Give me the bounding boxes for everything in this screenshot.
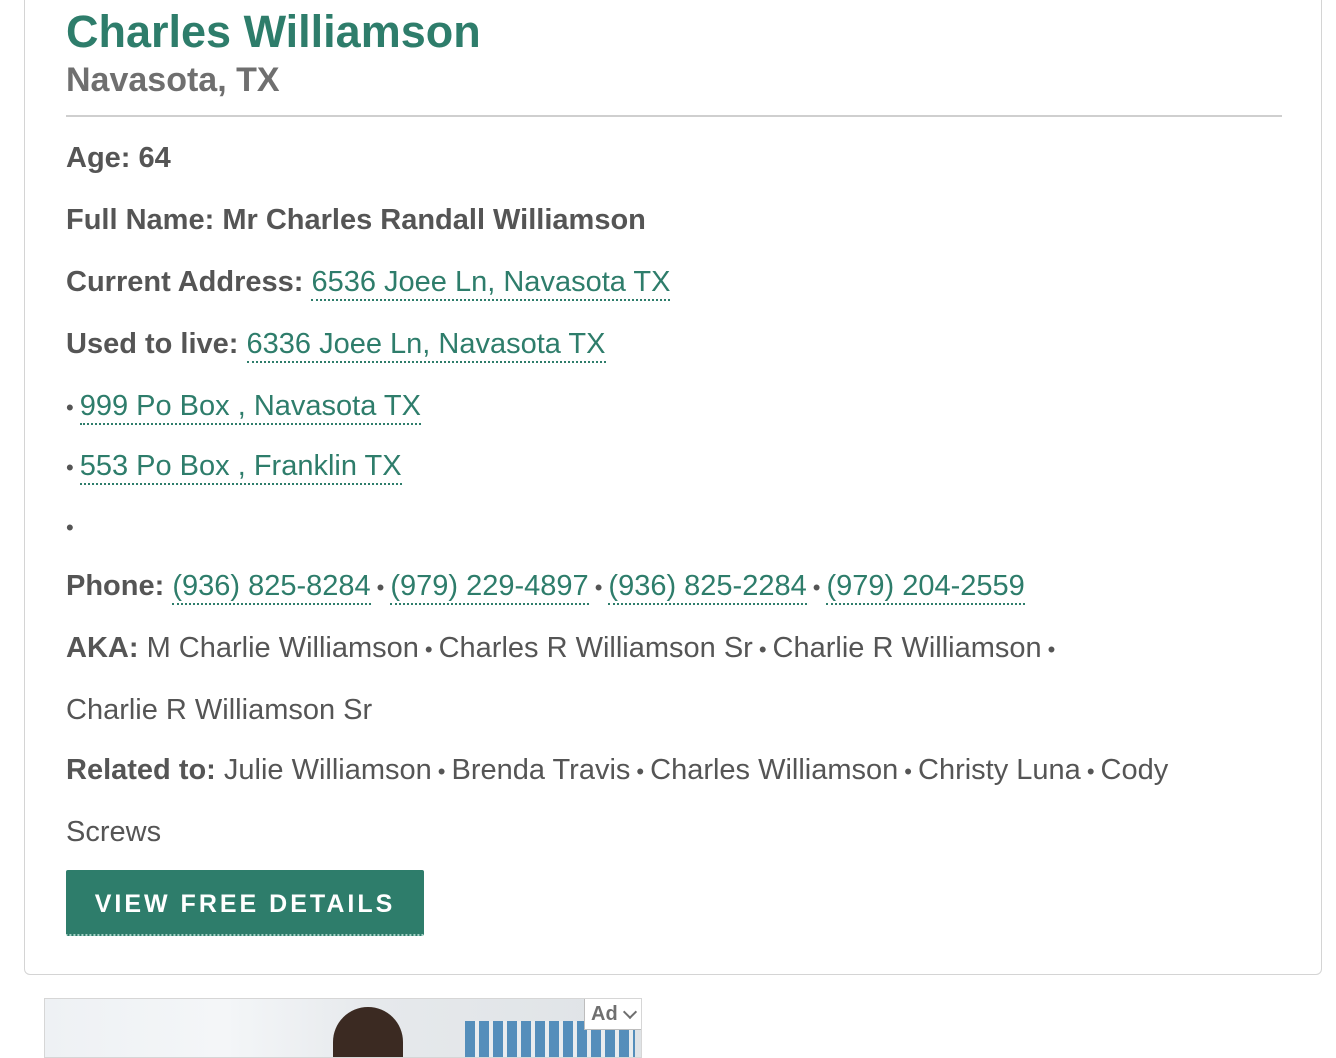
related-item: Cody bbox=[1100, 754, 1169, 786]
view-free-details-button[interactable]: VIEW FREE DETAILS bbox=[66, 870, 424, 936]
header-divider bbox=[66, 115, 1282, 117]
age-value: 64 bbox=[138, 142, 171, 174]
bullet: • bbox=[66, 395, 74, 420]
phone-link[interactable]: (936) 825-8284 bbox=[172, 570, 371, 605]
person-location: Navasota, TX bbox=[66, 61, 280, 99]
previous-address-link[interactable]: 6336 Joee Ln, Navasota TX bbox=[246, 328, 606, 363]
aka-item: M Charlie Williamson bbox=[146, 632, 419, 664]
related-item: Brenda Travis bbox=[451, 754, 631, 786]
separator: • bbox=[758, 637, 767, 662]
aka-label: AKA: bbox=[66, 632, 139, 664]
ad-banner[interactable]: Ad bbox=[44, 998, 642, 1058]
full-name-value: Mr Charles Randall Williamson bbox=[222, 204, 646, 236]
bullet: • bbox=[66, 455, 74, 480]
related-row-continued: Screws bbox=[66, 812, 161, 852]
separator: • bbox=[904, 759, 912, 784]
separator: • bbox=[376, 575, 385, 600]
full-name-row: Full Name: Mr Charles Randall Williamson bbox=[66, 200, 646, 240]
person-card: Charles Williamson Navasota, TX Age: 64 … bbox=[24, 0, 1322, 975]
related-item: Screws bbox=[66, 816, 162, 848]
related-item: Charles Williamson bbox=[650, 754, 899, 786]
related-item: Julie Williamson bbox=[223, 754, 432, 786]
current-address-row: Current Address: 6536 Joee Ln, Navasota … bbox=[66, 262, 671, 302]
previous-address-item: • 999 Po Box , Navasota TX bbox=[66, 386, 421, 428]
current-address-link[interactable]: 6536 Joee Ln, Navasota TX bbox=[311, 266, 671, 301]
previous-address-item-empty: • bbox=[66, 506, 80, 548]
separator: • bbox=[1086, 759, 1095, 784]
separator: • bbox=[812, 575, 821, 600]
previous-address-link[interactable]: 553 Po Box , Franklin TX bbox=[79, 450, 402, 485]
person-name[interactable]: Charles Williamson bbox=[66, 7, 481, 57]
used-to-live-label: Used to live: bbox=[66, 328, 239, 360]
ad-image-person bbox=[333, 1007, 403, 1057]
aka-row: AKA: M Charlie Williamson • Charles R Will… bbox=[66, 628, 1061, 670]
full-name-label: Full Name: bbox=[66, 204, 215, 236]
separator: • bbox=[594, 575, 603, 600]
separator: • bbox=[1047, 637, 1056, 662]
phone-link[interactable]: (979) 229-4897 bbox=[390, 570, 589, 605]
separator: • bbox=[636, 759, 645, 784]
used-to-live-row: Used to live: 6336 Joee Ln, Navasota TX bbox=[66, 324, 606, 364]
related-row: Related to: Julie Williamson • Brenda Trav… bbox=[66, 750, 1168, 792]
related-item: Christy Luna bbox=[918, 754, 1081, 786]
phone-link[interactable]: (979) 204-2559 bbox=[826, 570, 1025, 605]
bullet: • bbox=[66, 515, 74, 540]
aka-item: Charlie R Williamson bbox=[772, 632, 1042, 664]
aka-item: Charles R Williamson Sr bbox=[438, 632, 753, 664]
aka-row-continued: Charlie R Williamson Sr bbox=[66, 690, 372, 730]
ad-badge-label: Ad bbox=[591, 1003, 618, 1025]
chevron-down-icon bbox=[622, 1004, 638, 1020]
phone-label: Phone: bbox=[66, 570, 165, 602]
previous-address-link[interactable]: 999 Po Box , Navasota TX bbox=[79, 390, 421, 425]
age-row: Age: 64 bbox=[66, 138, 171, 178]
phone-row: Phone: (936) 825-8284 • (979) 229-4897 • (93… bbox=[66, 566, 1025, 608]
age-label: Age: bbox=[66, 142, 131, 174]
ad-choices-badge[interactable]: Ad bbox=[584, 999, 641, 1030]
current-address-label: Current Address: bbox=[66, 266, 304, 298]
separator: • bbox=[437, 759, 446, 784]
related-label: Related to: bbox=[66, 754, 216, 786]
previous-address-item: • 553 Po Box , Franklin TX bbox=[66, 446, 402, 488]
phone-link[interactable]: (936) 825-2284 bbox=[608, 570, 807, 605]
separator: • bbox=[424, 637, 433, 662]
aka-item: Charlie R Williamson Sr bbox=[66, 694, 373, 726]
